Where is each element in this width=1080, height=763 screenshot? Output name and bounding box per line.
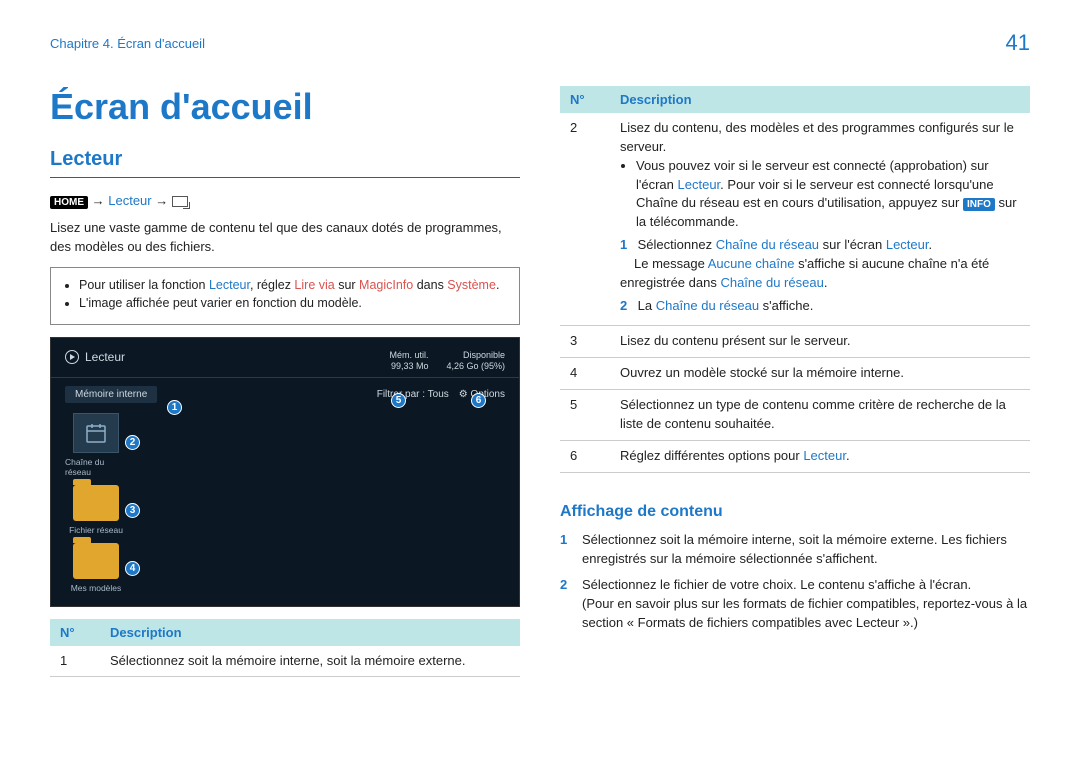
note-item: L'image affichée peut varier en fonction…	[79, 296, 505, 310]
page-title: Écran d'accueil	[50, 86, 520, 128]
list-item: 1 Sélectionnez soit la mémoire interne, …	[560, 531, 1030, 569]
table-header-no: N°	[50, 619, 100, 646]
device-stats: Mém. util.99,33 Mo Disponible4,26 Go (95…	[389, 350, 505, 373]
device-screenshot: Lecteur Mém. util.99,33 Mo Disponible4,2…	[50, 337, 520, 607]
table-row: 2 Lisez du contenu, des modèles et des p…	[560, 113, 1030, 326]
table-row: 5Sélectionnez un type de contenu comme c…	[560, 390, 1030, 441]
memory-button[interactable]: Mémoire interne	[65, 386, 157, 403]
folder-icon	[73, 485, 119, 521]
grid-item-my-templates[interactable]: Mes modèles 4	[65, 543, 127, 593]
callout-6: 6	[471, 393, 486, 408]
nav-path: HOME → Lecteur →	[50, 192, 520, 211]
callout-3: 3	[125, 503, 140, 518]
device-title: Lecteur	[85, 350, 125, 364]
callout-1: 1	[167, 400, 182, 415]
table-row: 3Lisez du contenu présent sur le serveur…	[560, 326, 1030, 358]
list-item: 2 Sélectionnez le fichier de votre choix…	[560, 576, 1030, 633]
filter-control[interactable]: Filtrer par : Tous	[377, 389, 449, 400]
grid-item-network-file[interactable]: Fichier réseau 3	[65, 485, 127, 535]
callout-4: 4	[125, 561, 140, 576]
intro-text: Lisez une vaste gamme de contenu tel que…	[50, 219, 520, 257]
note-item: Pour utiliser la fonction Lecteur, régle…	[79, 278, 505, 292]
nav-lecteur: Lecteur	[108, 193, 151, 208]
table-row: 1 Sélectionnez soit la mémoire interne, …	[50, 646, 520, 677]
page-number: 41	[1006, 30, 1030, 56]
table-header-desc: Description	[610, 86, 1030, 113]
calendar-icon	[73, 413, 119, 453]
arrow-icon: →	[155, 193, 168, 208]
arrow-icon: →	[92, 193, 105, 208]
callout-5: 5	[391, 393, 406, 408]
home-tag: HOME	[50, 196, 88, 209]
play-icon	[65, 350, 79, 364]
grid-item-network-channel[interactable]: Chaîne du réseau 2	[65, 413, 127, 477]
info-tag: INFO	[963, 198, 995, 211]
table-row: 6 Réglez différentes options pour Lecteu…	[560, 440, 1030, 472]
table-header-no: N°	[560, 86, 610, 113]
description-table-right: N° Description 2 Lisez du contenu, des m…	[560, 86, 1030, 473]
chapter-breadcrumb: Chapitre 4. Écran d'accueil	[50, 36, 205, 51]
subsection-heading: Affichage de contenu	[560, 503, 1030, 521]
description-table-left: N° Description 1 Sélectionnez soit la mé…	[50, 619, 520, 678]
folder-icon	[73, 543, 119, 579]
table-row: 4Ouvrez un modèle stocké sur la mémoire …	[560, 358, 1030, 390]
callout-2: 2	[125, 435, 140, 450]
table-header-desc: Description	[100, 619, 520, 646]
enter-icon	[172, 196, 188, 207]
content-steps: 1 Sélectionnez soit la mémoire interne, …	[560, 531, 1030, 633]
section-heading-lecteur: Lecteur	[50, 148, 520, 178]
note-box: Pour utiliser la fonction Lecteur, régle…	[50, 267, 520, 325]
